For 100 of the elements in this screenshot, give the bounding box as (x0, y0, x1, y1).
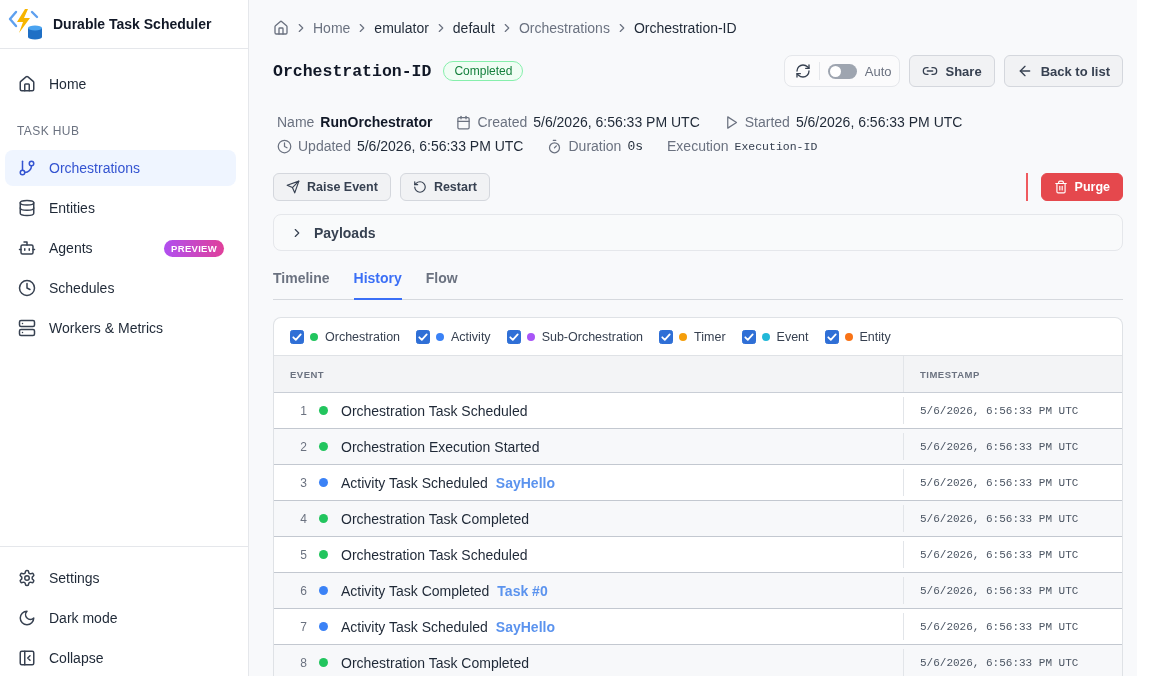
event-name: Activity Task Completed (341, 582, 490, 599)
timestamp-text: 5/6/2026, 6:56:33 PM UTC (920, 440, 1079, 453)
event-name: Activity Task Scheduled (341, 474, 488, 491)
filter-checkbox[interactable] (416, 329, 431, 344)
timestamp-text: 5/6/2026, 6:56:33 PM UTC (920, 512, 1079, 525)
nav-item[interactable]: Orchestrations (5, 150, 236, 186)
purge-button[interactable]: Purge (1040, 173, 1123, 201)
filter-label: Sub-Orchestration (541, 329, 644, 344)
robot-icon (18, 239, 36, 257)
breadcrumb-item: default (452, 20, 495, 36)
event-name: Orchestration Task Scheduled (341, 546, 528, 563)
timestamp-text: 5/6/2026, 6:56:33 PM UTC (920, 548, 1079, 561)
timestamp-text: 5/6/2026, 6:56:33 PM UTC (920, 476, 1079, 489)
payloads-section[interactable]: Payloads (273, 214, 1123, 251)
column-header: EVENT (290, 368, 325, 380)
event-name: Orchestration Task Completed (341, 510, 530, 527)
tab[interactable]: Timeline (273, 263, 330, 300)
row-number: 7 (299, 619, 307, 634)
raise-event-button[interactable]: Raise Event (273, 173, 391, 201)
status-badge: Completed (443, 61, 524, 81)
row-number: 1 (299, 403, 307, 418)
settings-icon (18, 569, 36, 587)
branch-icon (18, 159, 36, 177)
column-header: TIMESTAMP (920, 368, 980, 380)
filter-label: Orchestration (325, 329, 401, 344)
detail-label: Started (744, 114, 790, 130)
history-row[interactable]: 2 Orchestration Execution Started 5/6/2026, 6:56:33 PM UTC (274, 429, 1122, 465)
event-name: Orchestration Task Completed (341, 654, 530, 671)
page-title: Orchestration-ID (273, 61, 432, 81)
home-icon (18, 75, 36, 93)
nav-item[interactable]: Schedules (5, 270, 236, 306)
moon-icon (18, 609, 36, 627)
event-name: Orchestration Task Scheduled (341, 402, 528, 419)
restart-icon (412, 180, 427, 194)
sidebar-collapse-icon (18, 649, 36, 667)
back-to-list-button[interactable]: Back to list (1003, 55, 1123, 87)
row-number: 6 (299, 583, 307, 598)
detail-value: 5/6/2026, 6:56:33 PM UTC (795, 114, 963, 130)
event-name: Orchestration Execution Started (341, 438, 540, 455)
refresh-button[interactable] (794, 63, 811, 79)
nav-item[interactable]: Collapse (5, 640, 236, 676)
detail-label: Created (477, 114, 528, 130)
filter-checkbox[interactable] (290, 329, 304, 344)
row-number: 5 (299, 547, 307, 562)
trash-icon (1053, 180, 1068, 194)
history-row[interactable]: 6 Activity Task Completed Task #0 5/6/2026, 6:56:33 PM UTC (274, 573, 1122, 609)
detail-value: 0s (627, 138, 643, 154)
detail-label: Duration (568, 138, 622, 154)
row-number: 8 (299, 655, 307, 670)
tab[interactable]: History (353, 263, 402, 300)
detail-value: 5/6/2026, 6:56:33 PM UTC (533, 114, 700, 130)
detail-value: Execution-ID (734, 139, 818, 153)
auto-refresh-switch[interactable] (827, 63, 857, 79)
app-title: Durable Task Scheduler (53, 16, 212, 32)
filter-label: Activity (451, 329, 491, 344)
breadcrumb-item: Orchestration-ID (633, 20, 737, 36)
clock-icon (277, 138, 292, 154)
breadcrumb-link[interactable]: Home (313, 20, 351, 36)
breadcrumb-item: emulator (374, 20, 429, 36)
detail-label: Execution (667, 138, 729, 154)
filter-checkbox[interactable] (824, 329, 839, 344)
detail-value: 5/6/2026, 6:56:33 PM UTC (356, 138, 524, 154)
filter-checkbox[interactable] (659, 329, 674, 344)
row-number: 3 (299, 475, 307, 490)
history-row[interactable]: 4 Orchestration Task Completed 5/6/2026, 6:56:33 PM UTC (274, 501, 1122, 537)
history-row[interactable]: 8 Orchestration Task Completed 5/6/2026, 6:56:33 PM UTC (274, 645, 1122, 676)
event-name: Activity Task Scheduled (341, 618, 488, 635)
restart-button[interactable]: Restart (399, 173, 490, 201)
tab[interactable]: Flow (425, 263, 458, 300)
filter-checkbox[interactable] (506, 329, 521, 344)
auto-label: Auto (864, 63, 892, 79)
nav-item[interactable]: Entities (5, 190, 236, 226)
nav-item[interactable]: Dark mode (5, 600, 236, 636)
section-heading: TASK HUB (16, 123, 81, 139)
nav-item[interactable]: Agents PREVIEW (5, 230, 236, 266)
clock-icon (18, 279, 36, 297)
home-icon (273, 20, 289, 36)
nav-item[interactable]: Settings (5, 560, 236, 596)
timestamp-text: 5/6/2026, 6:56:33 PM UTC (920, 584, 1079, 597)
timestamp-text: 5/6/2026, 6:56:33 PM UTC (920, 656, 1079, 669)
refresh-icon (794, 63, 811, 79)
row-number: 4 (299, 511, 307, 526)
detail-value: RunOrchestrator (320, 114, 433, 130)
calendar-icon (456, 114, 472, 130)
nav-item[interactable]: Workers & Metrics (5, 310, 236, 346)
filter-checkbox[interactable] (741, 329, 756, 344)
timestamp-text: 5/6/2026, 6:56:33 PM UTC (920, 404, 1079, 417)
breadcrumb-link[interactable]: Orchestrations (518, 20, 610, 36)
server-icon (18, 319, 36, 337)
paper-plane-icon (286, 180, 300, 194)
payloads-label: Payloads (314, 224, 376, 241)
filter-label: Timer (694, 329, 726, 344)
detail-label: Updated (298, 138, 351, 154)
detail-label: Name (277, 114, 315, 130)
preview-badge: PREVIEW (164, 239, 224, 257)
filter-label: Entity (859, 329, 891, 344)
nav-item[interactable]: Home (5, 66, 236, 102)
share-button[interactable]: Share (908, 55, 995, 87)
stopwatch-icon (547, 138, 563, 154)
row-number: 2 (299, 439, 307, 454)
